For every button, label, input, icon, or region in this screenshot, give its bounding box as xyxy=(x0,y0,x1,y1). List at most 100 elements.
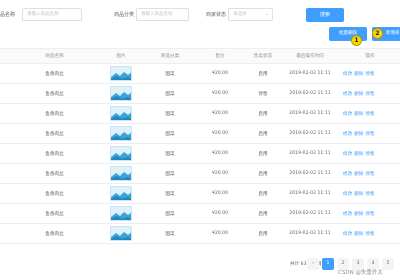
product-thumbnail xyxy=(110,206,132,221)
row-checkbox-cell xyxy=(0,144,13,163)
delete-link[interactable]: 删除 xyxy=(354,171,363,177)
actions-cell: 修改 删除 停售 xyxy=(340,104,400,123)
product-name-cell: 鱼香肉丝 xyxy=(45,191,64,197)
disable-link[interactable]: 停售 xyxy=(365,71,374,77)
delete-link[interactable]: 删除 xyxy=(354,231,363,237)
edit-link[interactable]: 修改 xyxy=(343,171,352,177)
category-cell: 国菜 xyxy=(165,171,175,177)
status-cell: 启用 xyxy=(258,151,268,157)
disable-link[interactable]: 停售 xyxy=(365,171,374,177)
status-cell: 启用 xyxy=(258,211,268,217)
table-row: 鱼香肉丝 国菜 ¥20.00 启用 2019-02-02 11:11 修改 删除 停售 xyxy=(0,144,400,164)
delete-link[interactable]: 删除 xyxy=(354,91,363,97)
page-1-button[interactable]: 1 xyxy=(322,258,334,270)
updated-time-cell: 2019-02-02 11:11 xyxy=(289,91,331,96)
edit-link[interactable]: 修改 xyxy=(343,131,352,137)
edit-link[interactable]: 修改 xyxy=(343,231,352,237)
row-checkbox-cell xyxy=(0,184,13,203)
delete-link[interactable]: 删除 xyxy=(354,71,363,77)
header-price: 售价 xyxy=(215,54,225,59)
prev-page-button[interactable]: ‹ xyxy=(307,258,319,270)
status-cell: 启用 xyxy=(258,171,268,177)
header-updated-time: 最后操作时间 xyxy=(296,54,324,59)
table-row: 鱼香肉丝 国菜 ¥20.00 启用 2019-02-02 11:11 修改 删除 停售 xyxy=(0,224,400,244)
header-product-name: 商品名称 xyxy=(45,54,64,59)
product-name-cell: 鱼香肉丝 xyxy=(45,171,64,177)
category-cell: 国菜 xyxy=(165,131,175,137)
edit-link[interactable]: 修改 xyxy=(343,211,352,217)
filter-bar: 品名称 请输入商品名称 商品分类 请输入商品名称 商家状态 请选择 ⌄ 搜索 xyxy=(0,8,400,22)
updated-time-cell: 2019-02-02 11:11 xyxy=(289,151,331,156)
status-cell: 停售 xyxy=(258,91,268,97)
row-checkbox-cell xyxy=(0,104,13,123)
product-image-cell xyxy=(96,144,146,163)
updated-time-cell: 2019-02-02 11:11 xyxy=(289,211,331,216)
delete-link[interactable]: 删除 xyxy=(354,211,363,217)
actions-cell: 修改 删除 停售 xyxy=(340,124,400,143)
delete-link[interactable]: 删除 xyxy=(354,191,363,197)
actions-cell: 修改 删除 停售 xyxy=(340,64,400,83)
disable-link[interactable]: 停售 xyxy=(365,231,374,237)
table-body: 鱼香肉丝 国菜 ¥20.00 启用 2019-02-02 11:11 修改 删除 停售 鱼香肉丝… xyxy=(0,64,400,244)
disable-link[interactable]: 停售 xyxy=(365,91,374,97)
category-filter-input[interactable]: 请输入商品名称 xyxy=(136,8,189,21)
table-row: 鱼香肉丝 国菜 ¥20.00 启用 2019-02-02 11:11 修改 删除 停售 xyxy=(0,64,400,84)
disable-link[interactable]: 停售 xyxy=(365,111,374,117)
updated-time-cell: 2019-02-02 11:11 xyxy=(289,111,331,116)
disable-link[interactable]: 停售 xyxy=(365,131,374,137)
product-image-cell xyxy=(96,204,146,223)
product-image-cell xyxy=(96,84,146,103)
header-image: 图片 xyxy=(116,54,126,59)
product-name-cell: 鱼香肉丝 xyxy=(45,71,64,77)
updated-time-cell: 2019-02-02 11:11 xyxy=(289,71,331,76)
category-cell: 国菜 xyxy=(165,91,175,97)
product-image-cell xyxy=(96,64,146,83)
price-cell: ¥20.00 xyxy=(211,151,229,156)
product-thumbnail xyxy=(110,126,132,141)
status-cell: 启用 xyxy=(258,71,268,77)
delete-link[interactable]: 删除 xyxy=(354,131,363,137)
status-cell: 启用 xyxy=(258,231,268,237)
edit-link[interactable]: 修改 xyxy=(343,111,352,117)
updated-time-cell: 2019-02-02 11:11 xyxy=(289,171,331,176)
product-thumbnail xyxy=(110,166,132,181)
category-filter-placeholder: 请输入商品名称 xyxy=(141,12,173,17)
add-product-label: 新增商 xyxy=(386,31,400,36)
edit-link[interactable]: 修改 xyxy=(343,151,352,157)
actions-cell: 修改 删除 停售 xyxy=(340,204,400,223)
header-actions: 操作 xyxy=(365,54,375,59)
page-5-button[interactable]: 5 xyxy=(382,258,394,270)
delete-link[interactable]: 删除 xyxy=(354,111,363,117)
table-row: 鱼香肉丝 国菜 ¥20.00 启用 2019-02-02 11:11 修改 删除 停售 xyxy=(0,164,400,184)
price-cell: ¥20.00 xyxy=(211,111,229,116)
updated-time-cell: 2019-02-02 11:11 xyxy=(289,191,331,196)
row-checkbox-cell xyxy=(0,64,13,83)
price-cell: ¥20.00 xyxy=(211,71,229,76)
category-cell: 国菜 xyxy=(165,151,175,157)
category-cell: 国菜 xyxy=(165,111,175,117)
product-thumbnail xyxy=(110,146,132,161)
edit-link[interactable]: 修改 xyxy=(343,191,352,197)
edit-link[interactable]: 修改 xyxy=(343,71,352,77)
edit-link[interactable]: 修改 xyxy=(343,91,352,97)
price-cell: ¥20.00 xyxy=(211,171,229,176)
actions-cell: 修改 删除 停售 xyxy=(340,144,400,163)
table-row: 鱼香肉丝 国菜 ¥20.00 停售 2019-02-02 11:11 修改 删除 停售 xyxy=(0,84,400,104)
disable-link[interactable]: 停售 xyxy=(365,191,374,197)
delete-link[interactable]: 删除 xyxy=(354,151,363,157)
disable-link[interactable]: 停售 xyxy=(365,151,374,157)
row-checkbox-cell xyxy=(0,84,13,103)
product-thumbnail xyxy=(110,86,132,101)
product-name-cell: 鱼香肉丝 xyxy=(45,231,64,237)
category-cell: 国菜 xyxy=(165,191,175,197)
status-cell: 启用 xyxy=(258,131,268,137)
table-row: 鱼香肉丝 国菜 ¥20.00 启用 2019-02-02 11:11 修改 删除 停售 xyxy=(0,184,400,204)
price-cell: ¥20.00 xyxy=(211,231,229,236)
search-button[interactable]: 搜索 xyxy=(306,8,344,22)
category-cell: 国菜 xyxy=(165,71,175,77)
status-select[interactable]: 请选择 ⌄ xyxy=(228,8,273,21)
disable-link[interactable]: 停售 xyxy=(365,211,374,217)
price-cell: ¥20.00 xyxy=(211,91,229,96)
table-row: 鱼香肉丝 国菜 ¥20.00 启用 2019-02-02 11:11 修改 删除 停售 xyxy=(0,104,400,124)
name-filter-input[interactable]: 请输入商品名称 xyxy=(22,8,82,21)
